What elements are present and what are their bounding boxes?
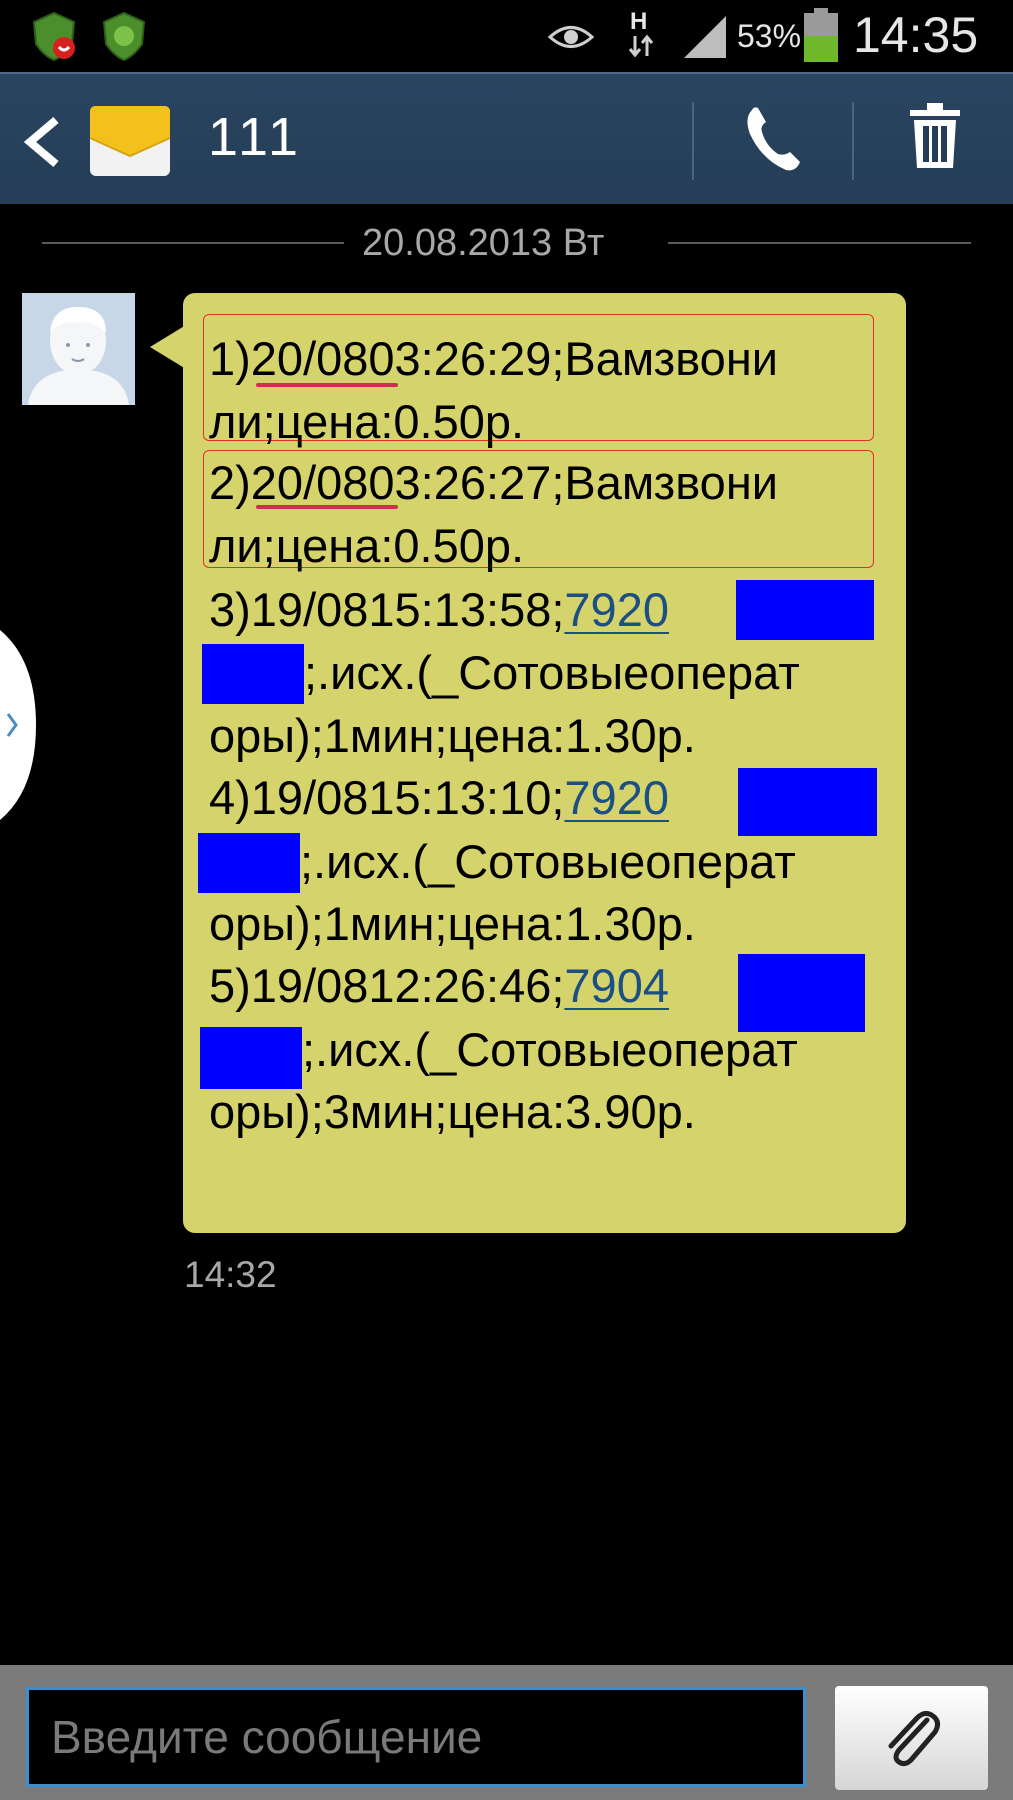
eye-icon	[548, 26, 594, 48]
date-header: 20.08.2013 Вт	[362, 222, 605, 264]
date-underline	[256, 505, 398, 509]
shield-call-icon	[32, 11, 76, 62]
message-line: ли;цена:0.50р.	[209, 519, 525, 572]
data-arrows-icon	[628, 34, 654, 58]
conversation-title: 111	[208, 107, 303, 167]
redaction-block	[738, 954, 865, 1032]
call-icon[interactable]	[742, 104, 802, 174]
date-underline	[256, 383, 398, 387]
attach-button[interactable]	[835, 1686, 988, 1790]
redaction-block	[198, 833, 300, 893]
shield-icon	[102, 11, 146, 62]
avatar[interactable]	[22, 293, 135, 405]
message-line: 1)20/0803:26:29;Вамзвони	[209, 332, 779, 385]
message-line: ;.исх.(_Сотовыеоперат	[300, 835, 796, 888]
side-panel-handle[interactable]	[0, 630, 40, 820]
message-line: 4)19/0815:13:10;7920	[209, 770, 669, 826]
message-line: 5)19/0812:26:46;7904	[209, 958, 669, 1014]
message-line: 2)20/0803:26:27;Вамзвони	[209, 456, 779, 509]
battery-icon	[804, 8, 838, 62]
message-line: ;.исх.(_Сотовыеоперат	[302, 1023, 798, 1076]
redaction-block	[200, 1027, 302, 1089]
toolbar-divider	[852, 102, 854, 180]
message-line: ;.исх.(_Сотовыеоперат	[304, 646, 800, 699]
message-line: оры);3мин;цена:3.90р.	[209, 1085, 696, 1138]
message-timestamp: 14:32	[184, 1254, 277, 1295]
message-line: ли;цена:0.50р.	[209, 395, 525, 448]
redaction-block	[202, 644, 304, 704]
redaction-block	[736, 580, 874, 640]
redaction-block	[738, 768, 877, 836]
status-bar: H 53% 14:35	[0, 0, 1013, 72]
message-text: 3)19/0815:13:58;	[209, 583, 565, 636]
network-type-label: H	[630, 8, 648, 35]
message-line: 3)19/0815:13:58;7920	[209, 582, 669, 638]
message-line: оры);1мин;цена:1.30р.	[209, 709, 696, 762]
message-input[interactable]	[26, 1687, 806, 1787]
date-divider-left	[42, 242, 344, 244]
back-icon[interactable]	[20, 114, 64, 170]
paperclip-icon	[888, 1710, 941, 1767]
bubble-tail	[150, 325, 186, 369]
envelope-icon[interactable]	[88, 98, 172, 182]
toolbar-divider	[692, 102, 694, 180]
battery-percent: 53%	[737, 18, 802, 54]
trash-icon[interactable]	[910, 102, 960, 170]
phone-link[interactable]: 7920	[564, 771, 669, 824]
message-text: 5)19/0812:26:46;	[209, 959, 565, 1012]
phone-link[interactable]: 7920	[564, 583, 669, 636]
date-divider-right	[668, 242, 971, 244]
signal-icon	[684, 16, 726, 58]
status-time: 14:35	[853, 7, 979, 63]
message-line: оры);1мин;цена:1.30р.	[209, 897, 696, 950]
message-text: 4)19/0815:13:10;	[209, 771, 565, 824]
phone-link[interactable]: 7904	[564, 959, 669, 1012]
action-bar: 111	[0, 72, 1013, 204]
